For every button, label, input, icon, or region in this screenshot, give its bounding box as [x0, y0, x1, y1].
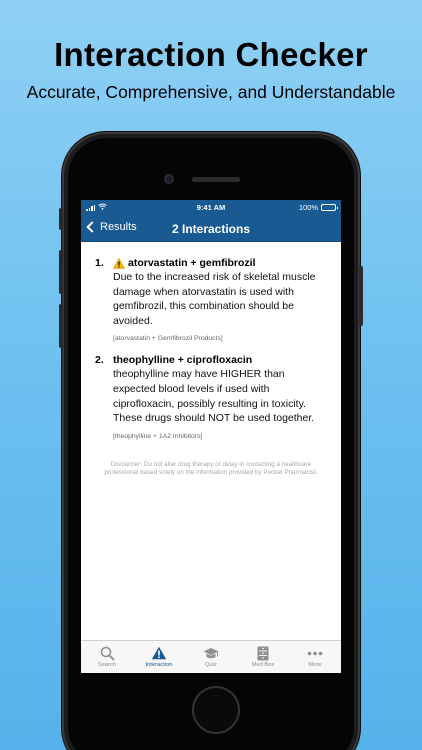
tab-label: Interaction [145, 662, 173, 668]
volume-down-button [59, 304, 63, 348]
status-bar: 9:41 AM 100% [81, 200, 341, 215]
promo-headline: Interaction Checker [54, 36, 368, 73]
tab-label: Med Box [251, 662, 275, 668]
interaction-title-text: atorvastatin + gemfibrozil [128, 257, 256, 269]
search-icon [81, 645, 133, 661]
mute-switch [59, 208, 63, 230]
power-button [359, 266, 363, 326]
promo-subhead: Accurate, Comprehensive, and Understanda… [26, 82, 396, 102]
tab-med-box[interactable]: Med Box [237, 641, 289, 673]
tab-search[interactable]: Search [81, 641, 133, 673]
interaction-number: 1. [95, 257, 104, 269]
tab-bar: Search Interaction Quiz Med Box More [81, 640, 341, 673]
tab-more[interactable]: More [289, 641, 341, 673]
home-button[interactable] [192, 686, 240, 734]
interaction-item[interactable]: 2. theophylline + ciprofloxacin theophyl… [95, 353, 327, 440]
interaction-description: theophylline may have HIGHER than expect… [113, 368, 315, 425]
interaction-number: 2. [95, 354, 104, 367]
volume-up-button [59, 250, 63, 294]
tab-interaction[interactable]: Interaction [133, 641, 185, 673]
interaction-source: [theophylline + 1A2 Inhibitors] [113, 432, 203, 440]
med-box-icon [237, 645, 289, 661]
earpiece-speaker [192, 177, 240, 182]
interaction-item[interactable]: 1. atorvastatin + gemfibrozil Due to the… [95, 256, 327, 343]
graduation-cap-icon [185, 645, 237, 661]
battery-percent: 100% [298, 203, 318, 212]
warning-icon [133, 645, 185, 661]
app-screen: 9:41 AM 100% Results 2 Interactions 1. a… [81, 200, 341, 673]
warning-icon [113, 257, 125, 269]
tab-label: Quiz [205, 662, 217, 668]
interaction-source: [atorvastatin + Gemfibrozil Products] [113, 335, 223, 343]
interaction-title: theophylline + ciprofloxacin [113, 353, 327, 367]
more-dots-icon [289, 645, 341, 661]
battery-indicator: 100% [298, 203, 338, 212]
interaction-list: 1. atorvastatin + gemfibrozil Due to the… [81, 242, 341, 478]
disclaimer-text: Disclaimer: Do not alter drug therapy or… [104, 460, 318, 477]
front-camera [164, 174, 174, 184]
interaction-description: Due to the increased risk of skeletal mu… [113, 271, 316, 327]
interaction-title: atorvastatin + gemfibrozil [113, 256, 327, 270]
page-title: 2 Interactions [171, 222, 251, 236]
tab-label: More [308, 662, 322, 668]
navigation-bar: Results 2 Interactions [81, 215, 341, 242]
battery-icon [321, 204, 338, 211]
interaction-title-text: theophylline + ciprofloxacin [113, 354, 253, 367]
tab-label: Search [97, 662, 117, 668]
tab-quiz[interactable]: Quiz [185, 641, 237, 673]
